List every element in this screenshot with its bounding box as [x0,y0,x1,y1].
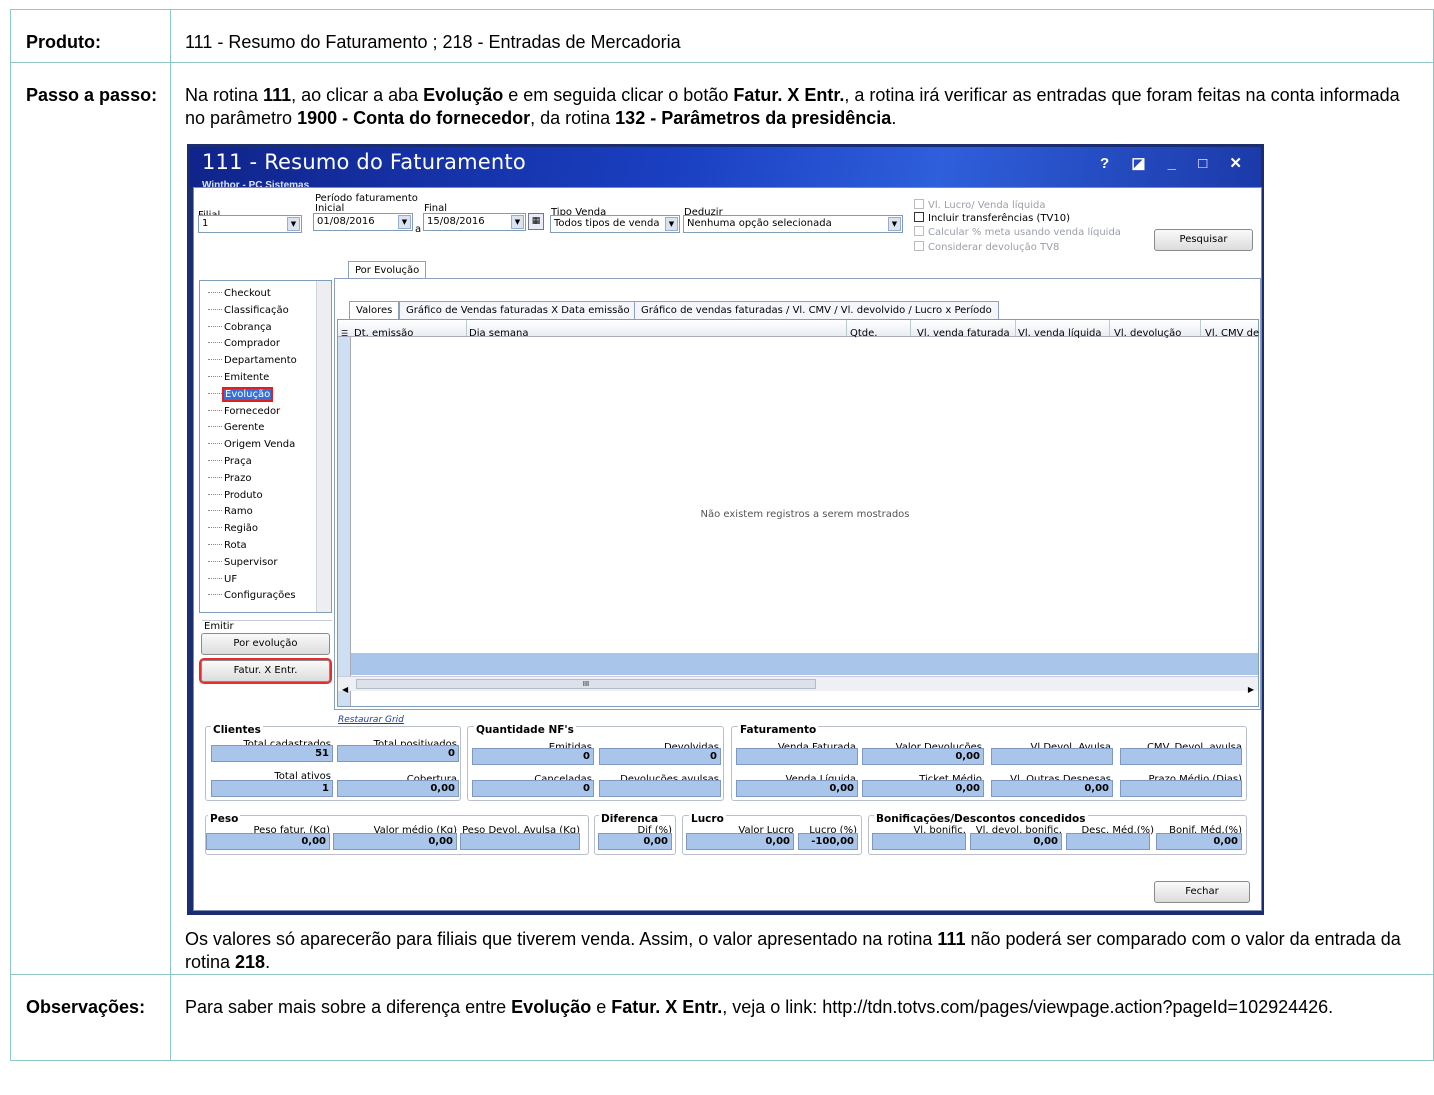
total-cadastrados-value: 51 [211,745,333,762]
passo-label: Passo a passo: [10,62,171,975]
emitidas-value: 0 [472,748,594,765]
window-title: 111 - Resumo do Faturamento [202,150,526,174]
valor-medio-value: 0,00 [333,833,457,850]
col-vl-cmv[interactable]: Vl. CMV de [1205,322,1259,345]
produto-label: Produto: [10,9,171,63]
tab-por-evolucao[interactable]: Por Evolução [348,261,427,279]
devolucoes-avulsas-value [599,780,721,797]
canceladas-value: 0 [472,780,594,797]
grid-header: ☰ Dt. emissão Dia semana Qtde. Vl. venda… [338,320,1259,339]
scroll-left-icon[interactable]: ◀ [342,678,348,701]
produto-value: 111 - Resumo do Faturamento ; 218 - Entr… [170,9,1434,63]
col-dia-semana[interactable]: Dia semana [469,322,528,345]
grid-empty-message: Não existem registros a serem mostrados [700,509,910,520]
vl-outras-despesas-value: 0,00 [991,780,1113,797]
calendar-icon[interactable]: ▦ [528,213,544,230]
a-label: a [415,224,422,235]
venda-faturada-value [736,748,858,765]
total-positivados-value: 0 [337,745,459,762]
por-evolucao-button[interactable]: Por evolução [201,633,330,655]
tab-valores[interactable]: Valores [349,301,400,319]
total-ativos-value: 1 [211,780,333,797]
grid-horizontal-scrollbar[interactable]: ◀ III ▶ [338,676,1258,694]
tree-item[interactable]: Checkout [200,282,271,305]
scroll-thumb[interactable]: III [356,679,816,689]
chevron-down-icon[interactable]: ▼ [665,217,678,231]
window-client: Filial 1▼ Período faturamento Inicial 01… [193,187,1262,911]
cmv-devol-avulsa-value [1120,748,1242,765]
window-controls[interactable]: ? ◪ _ □ ✕ [1100,152,1251,175]
cobertura-value: 0,00 [337,780,459,797]
document-table: Produto: 111 - Resumo do Faturamento ; 2… [10,9,1434,1061]
chevron-down-icon[interactable]: ▼ [287,217,300,231]
vl-devol-bonific-value: 0,00 [970,833,1062,850]
tab-grafico-vendas-periodo[interactable]: Gráfico de vendas faturadas / Vl. CMV / … [634,301,999,319]
vl-devol-avulsa-value [991,748,1113,765]
inicial-date[interactable]: 01/08/2016 ▼ [313,213,413,231]
valor-devolucoes-value: 0,00 [862,748,984,765]
col-dt-emissao[interactable]: Dt. emissão [354,322,413,345]
filial-select[interactable]: 1 ▼ [198,215,302,233]
after-paragraph: Os valores só aparecerão para filiais qu… [185,929,1401,972]
col-vl-venda-faturada[interactable]: Vl. venda faturada [917,322,1010,345]
col-vl-venda-liquida[interactable]: Vl. venda líquida [1018,322,1102,345]
app-window-screenshot: 111 - Resumo do Faturamento Winthor - PC… [187,144,1264,915]
deduzir-select[interactable]: Nenhuma opção selecionada ▼ [683,215,903,233]
devolvidas-value: 0 [599,748,721,765]
considerar-devolucao-checkbox[interactable]: Considerar devolução TV8 [914,236,1059,259]
bonif-med-value: 0,00 [1156,833,1242,850]
final-date[interactable]: 15/08/2016 ▼ [423,213,526,231]
pesquisar-button[interactable]: Pesquisar [1154,229,1253,251]
fechar-button[interactable]: Fechar [1154,881,1250,903]
route-tree: Configurações UF Supervisor Rota Região Ramo P… [199,280,332,613]
prazo-medio-value [1120,780,1242,797]
valor-lucro-value: 0,00 [686,833,794,850]
scroll-right-icon[interactable]: ▶ [1248,678,1254,701]
passo-content: Na rotina 111, ao clicar a aba Evolução … [170,62,1434,975]
observacoes-value: Para saber mais sobre a diferença entre … [170,974,1434,1061]
lucro-pct-value: -100,00 [798,833,858,850]
fatur-x-entr-button[interactable]: Fatur. X Entr. [199,658,332,684]
desc-med-value [1066,833,1150,850]
results-grid[interactable]: ☰ Dt. emissão Dia semana Qtde. Vl. venda… [337,319,1259,707]
tab-grafico-vendas-data[interactable]: Gráfico de Vendas faturadas X Data emiss… [399,301,637,319]
observacoes-label: Observações: [10,974,171,1061]
col-vl-devolucao[interactable]: Vl. devolução [1114,322,1181,345]
passo-paragraph: Na rotina 111, ao clicar a aba Evolução … [185,85,1400,128]
chevron-down-icon[interactable]: ▼ [511,215,524,229]
tree-scrollbar[interactable] [316,281,331,612]
chevron-down-icon[interactable]: ▼ [398,215,411,229]
col-qtde[interactable]: Qtde. [850,322,877,345]
tipo-venda-select[interactable]: Todos tipos de venda ▼ [550,215,680,233]
peso-fatur-value: 0,00 [206,833,330,850]
ticket-medio-value: 0,00 [862,780,984,797]
chevron-down-icon[interactable]: ▼ [888,217,901,231]
grid-footer [351,653,1258,675]
peso-devol-value [460,833,580,850]
vl-bonific-value [872,833,966,850]
venda-liquida-value: 0,00 [736,780,858,797]
window-titlebar[interactable]: 111 - Resumo do Faturamento Winthor - PC… [190,147,1261,191]
dif-value: 0,00 [598,833,672,850]
